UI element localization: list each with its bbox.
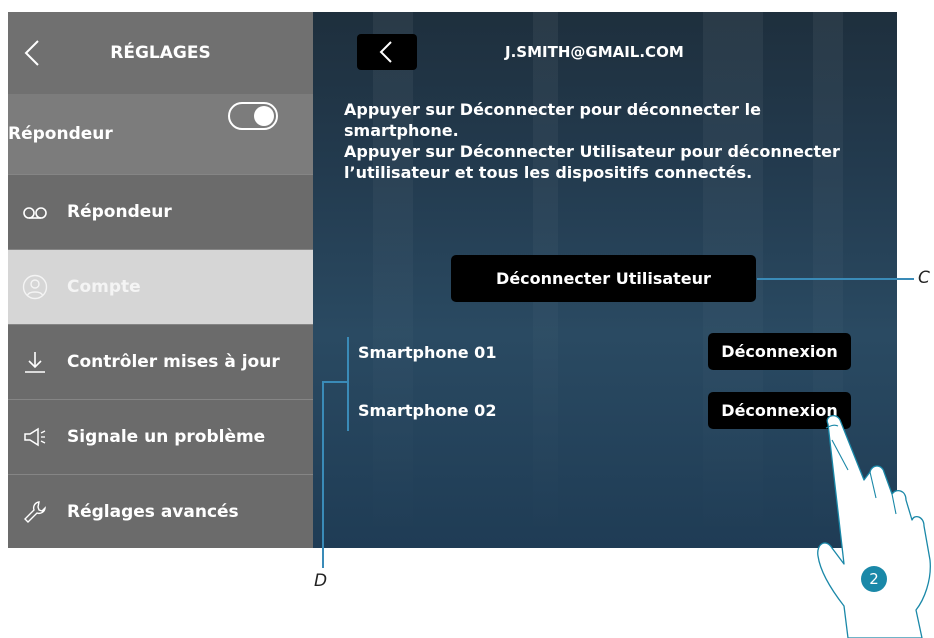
sidebar-item-repondeur[interactable]: Répondeur xyxy=(8,174,313,249)
sidebar-title: RÉGLAGES xyxy=(110,43,211,63)
toggle-label: Répondeur xyxy=(8,124,113,144)
account-email: J.SMITH@GMAIL.COM xyxy=(505,43,684,61)
answering-machine-toggle[interactable] xyxy=(228,102,278,130)
disconnect-user-button[interactable]: Déconnecter Utilisateur xyxy=(451,255,756,302)
settings-sidebar: RÉGLAGES Répondeur Répondeur Compte Cont… xyxy=(8,12,313,548)
instructions: Appuyer sur Déconnecter pour déconnecter… xyxy=(344,100,840,182)
callout-c-line xyxy=(757,278,914,280)
sidebar-header: RÉGLAGES xyxy=(8,12,313,94)
sidebar-item-label: Contrôler mises à jour xyxy=(67,352,280,372)
callout-d-line xyxy=(322,381,324,568)
wrench-icon xyxy=(24,501,46,523)
back-button[interactable] xyxy=(357,34,417,70)
callout-d-label: D xyxy=(314,571,328,591)
callout-d-bracket xyxy=(347,337,349,431)
disconnect-smartphone-01-button[interactable]: Déconnexion xyxy=(708,333,851,370)
sidebar-item-label: Répondeur xyxy=(67,202,172,222)
device-name: Smartphone 02 xyxy=(358,401,497,420)
download-icon xyxy=(25,352,45,373)
user-circle-icon xyxy=(22,274,48,300)
chevron-left-icon xyxy=(379,41,392,63)
callout-c-label: C xyxy=(918,268,930,288)
sidebar-item-compte[interactable]: Compte xyxy=(8,249,313,324)
voicemail-icon xyxy=(23,207,47,219)
toggle-knob xyxy=(254,106,274,126)
instructions-text: Appuyer sur Déconnecter pour déconnecter… xyxy=(344,99,874,183)
callout-d-connector xyxy=(322,381,348,383)
sidebar-item-label: Signale un problème xyxy=(67,427,266,447)
megaphone-icon xyxy=(24,427,46,447)
sidebar-item-label: Réglages avancés xyxy=(67,502,239,522)
sidebar-item-updates[interactable]: Contrôler mises à jour xyxy=(8,324,313,399)
sidebar-item-advanced-settings[interactable]: Réglages avancés xyxy=(8,474,313,548)
device-name: Smartphone 01 xyxy=(358,343,497,362)
step-number-badge: 2 xyxy=(861,566,887,592)
sidebar-item-label: Compte xyxy=(67,277,141,297)
sidebar-item-report-problem[interactable]: Signale un problème xyxy=(8,399,313,474)
pointing-hand-icon xyxy=(817,414,931,638)
